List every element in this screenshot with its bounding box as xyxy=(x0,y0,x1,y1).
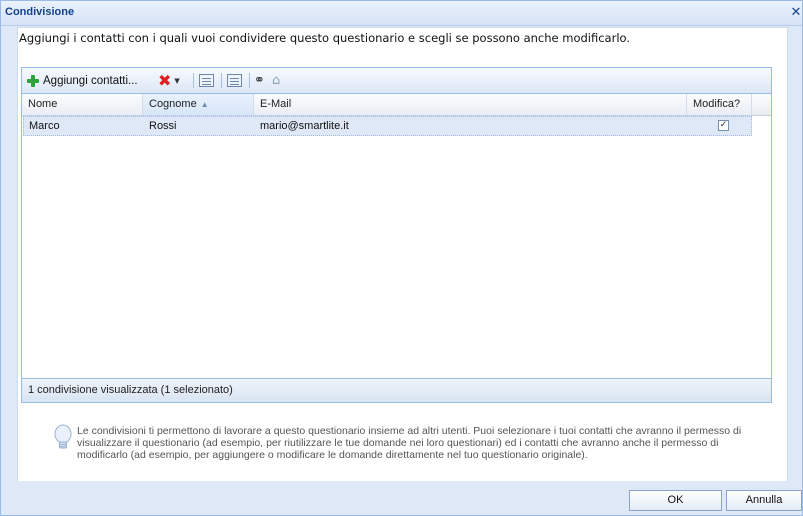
lightbulb-icon xyxy=(54,424,72,449)
grid-toolbar: Aggiungi contatti... ✖ ▼ ⚭ ⌂ xyxy=(22,68,771,94)
grid-statusbar: 1 condivisione visualizzata (1 seleziona… xyxy=(22,378,771,402)
column-label: E-Mail xyxy=(260,98,292,110)
grid-header: Nome Cognome ▲ E-Mail Modifica? xyxy=(22,94,771,116)
ok-button[interactable]: OK xyxy=(629,490,722,511)
select-all-button[interactable] xyxy=(199,71,214,90)
dialog-title: Condivisione xyxy=(5,6,75,18)
column-label: Cognome xyxy=(149,98,197,110)
share-dialog: Condivisione ✕ Aggiungi i contatti con i… xyxy=(0,0,803,516)
column-header-cognome[interactable]: Cognome ▲ xyxy=(143,94,254,115)
search-button[interactable]: ⚭ xyxy=(254,71,265,90)
sort-ascending-icon: ▲ xyxy=(200,100,209,109)
home-button[interactable]: ⌂ xyxy=(272,71,280,90)
cancel-button[interactable]: Annulla xyxy=(726,490,802,511)
modifica-checkbox[interactable]: ✓ xyxy=(718,120,729,131)
info-text: Le condivisioni ti permettono di lavorar… xyxy=(77,425,742,461)
toolbar-separator xyxy=(193,73,194,88)
select-all-icon xyxy=(199,74,214,87)
dialog-footer: OK Annulla xyxy=(1,481,802,515)
binoculars-icon: ⚭ xyxy=(254,73,265,88)
toolbar-separator xyxy=(221,73,222,88)
toolbar-separator xyxy=(249,73,250,88)
add-contacts-label: Aggiungi contatti... xyxy=(43,74,138,87)
intro-text: Aggiungi i contatti con i quali vuoi con… xyxy=(19,31,631,45)
add-icon xyxy=(26,74,40,88)
close-icon[interactable]: ✕ xyxy=(788,4,803,22)
cell-cognome: Rossi xyxy=(149,120,177,132)
add-contacts-button[interactable]: Aggiungi contatti... xyxy=(26,71,138,90)
delete-button[interactable]: ✖ ▼ xyxy=(158,71,180,90)
delete-icon: ✖ xyxy=(158,71,172,90)
column-label: Modifica? xyxy=(693,98,741,110)
cell-email: mario@smartlite.it xyxy=(260,120,349,132)
column-header-email[interactable]: E-Mail xyxy=(254,94,687,115)
column-header-nome[interactable]: Nome xyxy=(22,94,143,115)
details-icon xyxy=(227,74,242,87)
column-label: Nome xyxy=(28,98,58,110)
table-row[interactable]: Marco Rossi mario@smartlite.it ✓ xyxy=(23,116,752,136)
cell-nome: Marco xyxy=(29,120,60,132)
dropdown-arrow-icon: ▼ xyxy=(174,76,180,85)
dialog-titlebar[interactable]: Condivisione ✕ xyxy=(1,1,802,26)
contacts-grid: Aggiungi contatti... ✖ ▼ ⚭ ⌂ Nome Cognom… xyxy=(21,67,772,403)
status-text: 1 condivisione visualizzata (1 seleziona… xyxy=(28,384,233,396)
home-icon: ⌂ xyxy=(272,73,281,88)
column-header-modifica[interactable]: Modifica? xyxy=(687,94,752,115)
details-button[interactable] xyxy=(227,71,242,90)
